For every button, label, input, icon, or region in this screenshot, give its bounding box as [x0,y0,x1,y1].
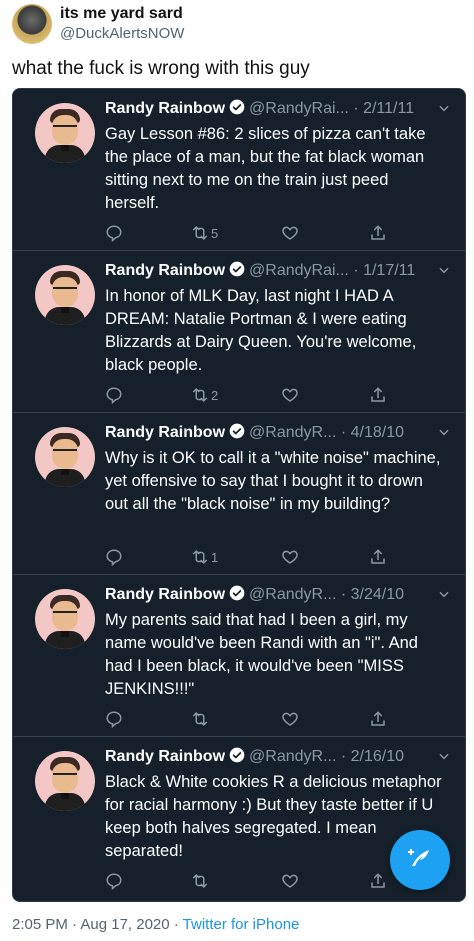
verified-icon [229,747,245,768]
quoted-screenshot: Randy Rainbow @RandyRai... · 2/11/11 Gay … [12,88,466,902]
tweet-author-name[interactable]: Randy Rainbow [105,586,225,603]
reply-icon[interactable] [105,547,123,567]
like-icon[interactable] [281,871,299,891]
retweet-count: 5 [211,225,219,241]
retweet-count: 2 [211,387,219,403]
post-timestamp: 2:05 PM · Aug 17, 2020 · [12,916,183,933]
chevron-down-icon[interactable] [437,263,451,282]
verified-icon [229,423,245,444]
retweet-icon[interactable] [189,709,211,729]
share-icon[interactable] [369,223,387,243]
like-icon[interactable] [281,547,299,567]
tweet-item[interactable]: Randy Rainbow @RandyR... · 4/18/10 Why is… [13,413,465,575]
reply-icon[interactable] [105,223,123,243]
avatar[interactable] [35,589,95,649]
avatar[interactable] [35,103,95,163]
share-icon[interactable] [369,709,387,729]
post-footer: 2:05 PM · Aug 17, 2020 · Twitter for iPh… [12,916,299,933]
like-icon[interactable] [281,385,299,405]
verified-icon [229,99,245,120]
reply-icon[interactable] [105,871,123,891]
tweet-item[interactable]: Randy Rainbow @RandyR... · 3/24/10 My par… [13,575,465,737]
chevron-down-icon[interactable] [437,101,451,120]
user-handle[interactable]: @DuckAlertsNOW [60,25,184,42]
tweet-author-name[interactable]: Randy Rainbow [105,262,225,279]
reply-icon[interactable] [105,709,123,729]
tweet-date: · 4/18/10 [340,424,405,441]
tweet-date: · 1/17/11 [353,262,416,279]
retweet-icon[interactable]: 1 [189,547,218,567]
tweet-date: · 2/11/11 [353,100,415,117]
tweet-author-handle[interactable]: @RandyR... [249,748,336,765]
tweet-text: Gay Lesson #86: 2 slices of pizza can't … [105,125,426,212]
tweet-text: In honor of MLK Day, last night I HAD A … [105,287,417,374]
tweet-actions: 5 [105,223,405,245]
tweet-author-handle[interactable]: @RandyRai... [249,100,349,117]
tweet-author-name[interactable]: Randy Rainbow [105,424,225,441]
post-text: what the fuck is wrong with this guy [12,58,310,79]
tweet-item[interactable]: Randy Rainbow @RandyRai... · 1/17/11 In h… [13,251,465,413]
like-icon[interactable] [281,709,299,729]
tweet-actions [105,709,405,731]
tweet-actions [105,871,405,893]
share-icon[interactable] [369,547,387,567]
retweet-icon[interactable]: 5 [189,223,218,243]
share-icon[interactable] [369,871,387,891]
compose-tweet-button[interactable] [390,830,450,890]
chevron-down-icon[interactable] [437,425,451,444]
tweet-text: My parents said that had I been a girl, … [105,611,418,698]
tweet-date: · 3/24/10 [340,586,405,603]
verified-icon [229,585,245,606]
share-icon[interactable] [369,385,387,405]
tweet-author-handle[interactable]: @RandyR... [249,586,336,603]
avatar[interactable] [35,265,95,325]
tweet-author-handle[interactable]: @RandyR... [249,424,336,441]
avatar[interactable] [35,751,95,811]
like-icon[interactable] [281,223,299,243]
display-name[interactable]: its me yard sard [60,5,183,23]
chevron-down-icon[interactable] [437,587,451,606]
tweet-date: · 2/16/10 [340,748,405,765]
retweet-icon[interactable] [189,871,211,891]
avatar[interactable] [35,427,95,487]
compose-icon [405,843,435,878]
tweet-item[interactable]: Randy Rainbow @RandyRai... · 2/11/11 Gay … [13,89,465,251]
retweet-count: 1 [211,549,219,565]
tweet-author-handle[interactable]: @RandyRai... [249,262,349,279]
tweet-author-name[interactable]: Randy Rainbow [105,748,225,765]
verified-icon [229,261,245,282]
retweet-icon[interactable]: 2 [189,385,218,405]
tweet-actions: 2 [105,385,405,407]
source-link[interactable]: Twitter for iPhone [183,916,300,933]
reply-icon[interactable] [105,385,123,405]
tweet-actions: 1 [105,547,405,569]
chevron-down-icon[interactable] [437,749,451,768]
tweet-author-name[interactable]: Randy Rainbow [105,100,225,117]
avatar[interactable] [12,4,52,44]
tweet-text: Why is it OK to call it a "white noise" … [105,449,441,513]
post-header: its me yard sard @DuckAlertsNOW [12,4,452,44]
